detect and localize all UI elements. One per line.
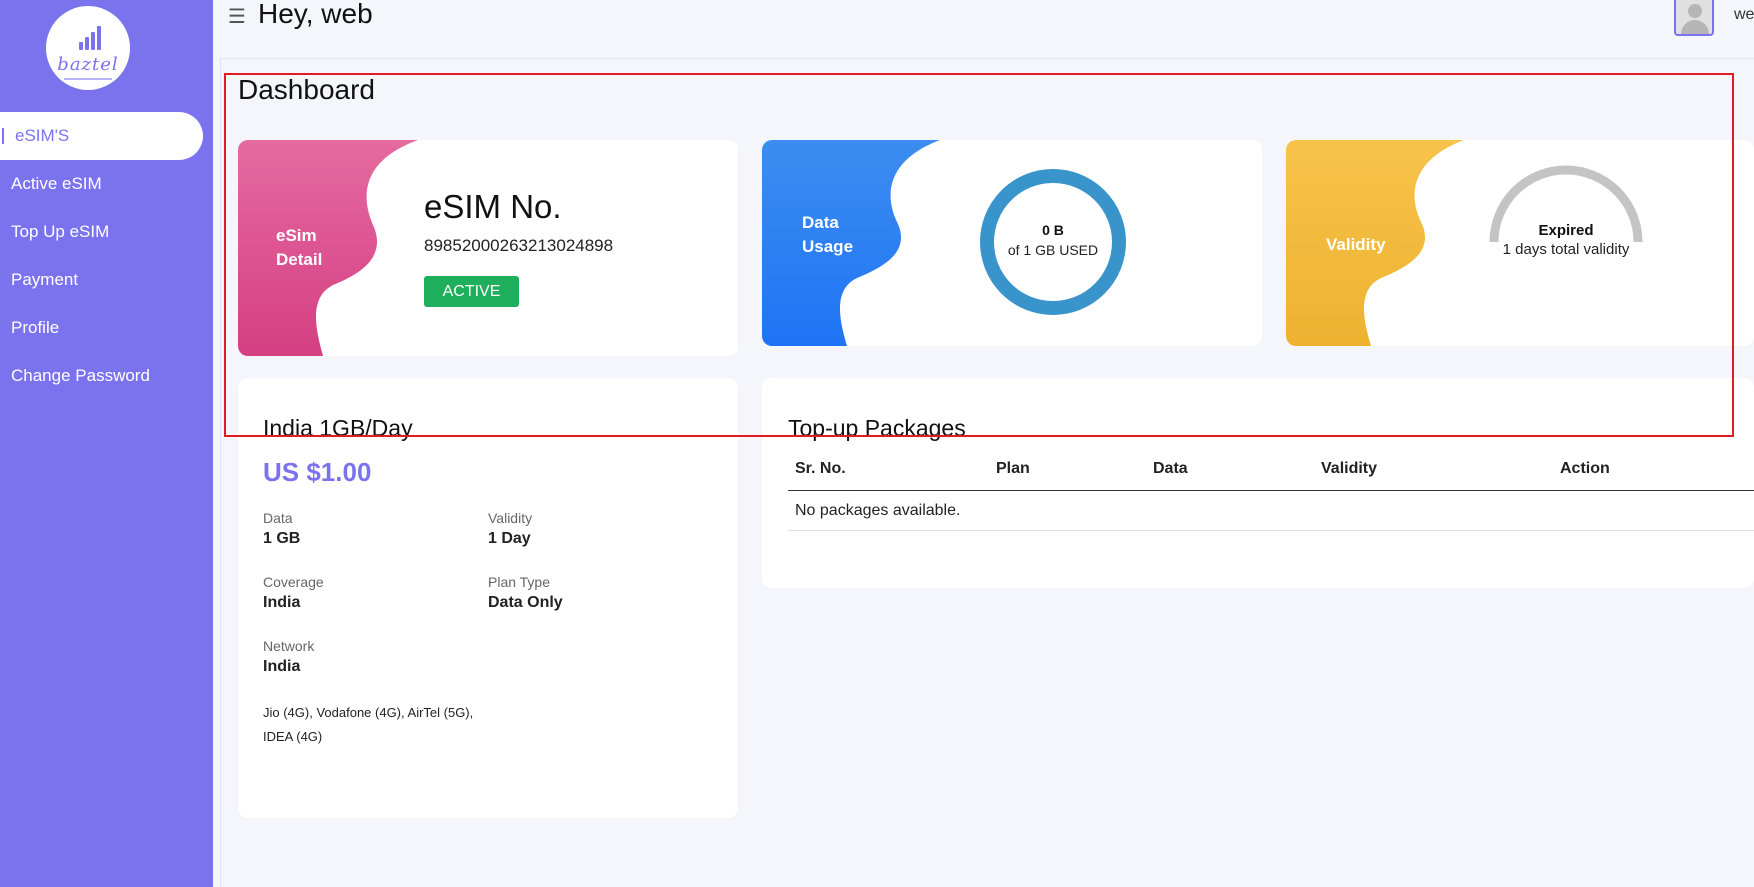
column-header-validity: Validity [1321, 460, 1378, 477]
plan-type-field: Plan Type Data Only [488, 574, 563, 612]
plan-type-label: Plan Type [488, 574, 551, 590]
brand-wordmark: baztel [57, 54, 119, 75]
sidebar-item-active-esim[interactable]: Active eSIM [0, 160, 203, 208]
sidebar-item-profile[interactable]: Profile [0, 304, 203, 352]
greeting: Hey, web [258, 0, 373, 29]
brand-logo[interactable]: baztel [46, 6, 130, 90]
sidebar: baztel eSIM'S Active eSIM Top Up eSIM Pa… [0, 0, 213, 887]
signal-bars-icon [79, 26, 101, 50]
username[interactable]: we [1734, 6, 1754, 24]
sidebar-item-esims[interactable]: eSIM'S [0, 112, 203, 160]
header-divider [220, 58, 1754, 59]
plan-coverage-field: Coverage India [263, 574, 324, 612]
plan-data-value: 1 GB [263, 530, 301, 547]
column-header-plan: Plan [996, 460, 1030, 477]
column-header-action: Action [1560, 460, 1610, 477]
sidebar-nav: eSIM'S Active eSIM Top Up eSIM Payment P… [0, 112, 203, 400]
brand-tagline-line [64, 78, 112, 80]
main-border [220, 58, 221, 887]
sidebar-item-payment[interactable]: Payment [0, 256, 203, 304]
column-header-sr-no: Sr. No. [795, 460, 846, 477]
table-header-divider [788, 490, 1754, 491]
empty-state-text: No packages available. [795, 502, 961, 519]
plan-network-value: India [263, 658, 301, 675]
table-row-divider [788, 530, 1754, 531]
plan-validity-field: Validity 1 Day [488, 510, 532, 548]
sidebar-item-top-up-esim[interactable]: Top Up eSIM [0, 208, 203, 256]
plan-price: US $1.00 [263, 457, 372, 487]
plan-network-label: Network [263, 638, 315, 654]
sidebar-item-change-password[interactable]: Change Password [0, 352, 203, 400]
plan-coverage-label: Coverage [263, 574, 324, 590]
plan-validity-label: Validity [488, 510, 533, 526]
plan-coverage-value: India [263, 594, 301, 611]
plan-card: India 1GB/Day US $1.00 Data 1 GB Validit… [238, 378, 738, 818]
highlight-box [224, 73, 1734, 437]
plan-network-list: Jio (4G), Vodafone (4G), AirTel (5G), ID… [263, 705, 474, 744]
plan-network-field: Network India [263, 638, 314, 676]
plan-data-field: Data 1 GB [263, 510, 300, 548]
column-header-data: Data [1153, 460, 1188, 477]
plan-validity-value: 1 Day [488, 530, 531, 547]
hamburger-icon[interactable]: ☰ [228, 4, 246, 29]
plan-data-label: Data [263, 510, 293, 526]
plan-type-value: Data Only [488, 594, 563, 611]
user-avatar-icon[interactable] [1674, 0, 1714, 36]
